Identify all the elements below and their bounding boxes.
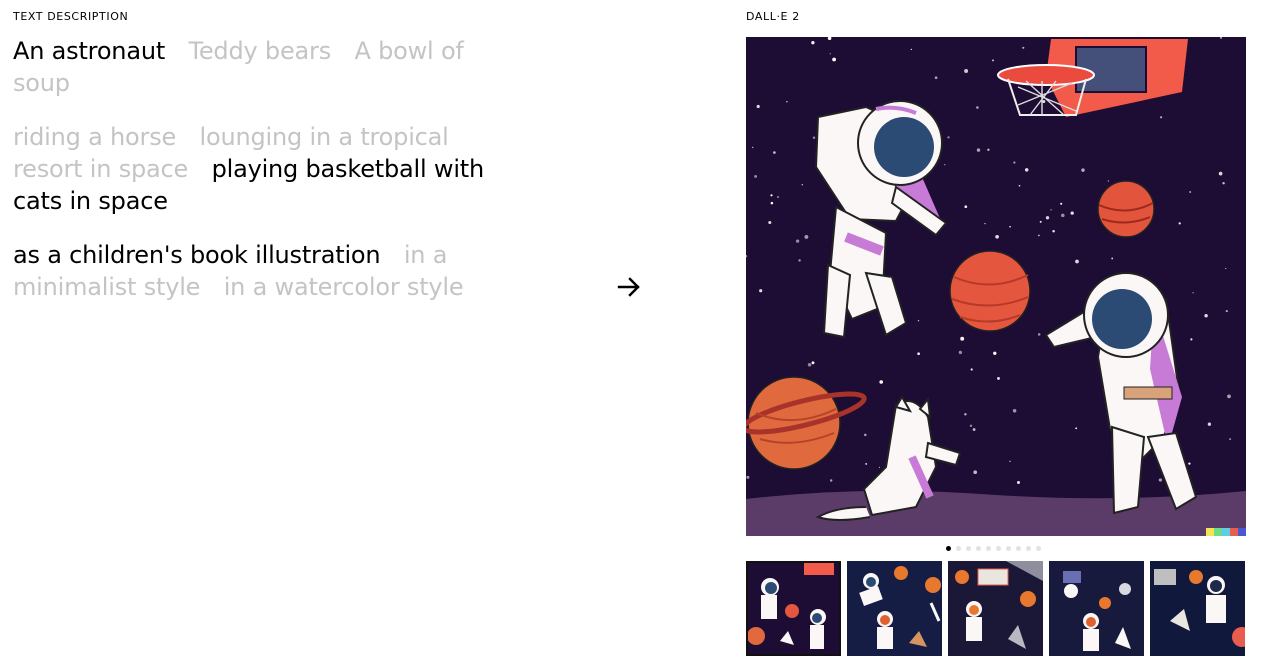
carousel-dot[interactable] (1006, 545, 1011, 551)
carousel-dot[interactable] (956, 545, 961, 551)
thumbnail[interactable] (1049, 561, 1144, 656)
carousel-dots (946, 544, 1041, 552)
thumbnail[interactable] (1150, 561, 1245, 656)
thumbnail[interactable] (746, 561, 841, 656)
dalle-label: DALL·E 2 (746, 10, 800, 23)
style-option[interactable]: as a children's book illustration (13, 241, 381, 269)
style-option[interactable]: in a watercolor style (224, 273, 464, 301)
generated-image (746, 37, 1246, 536)
thumbnail[interactable] (847, 561, 942, 656)
carousel-dot[interactable] (1036, 545, 1041, 551)
carousel-dot[interactable] (976, 545, 981, 551)
carousel-dot[interactable] (986, 545, 991, 551)
prompt-style-group: as a children's book illustration in a m… (13, 239, 513, 303)
thumbnail[interactable] (948, 561, 1043, 656)
action-option[interactable]: riding a horse (13, 123, 176, 151)
carousel-dot[interactable] (946, 545, 951, 551)
carousel-dot[interactable] (996, 545, 1001, 551)
subject-option[interactable]: An astronaut (13, 37, 165, 65)
carousel-dot[interactable] (1016, 545, 1021, 551)
prompt-action-group: riding a horse lounging in a tropical re… (13, 121, 513, 217)
prompt-subject-group: An astronaut Teddy bears A bowl of soup (13, 35, 513, 99)
carousel-dot[interactable] (1026, 545, 1031, 551)
carousel-dot[interactable] (966, 545, 971, 551)
subject-option[interactable]: Teddy bears (188, 37, 331, 65)
text-description-label: TEXT DESCRIPTION (13, 10, 129, 23)
generate-button[interactable] (614, 272, 644, 302)
arrow-right-icon (617, 277, 640, 297)
thumbnail-strip (746, 561, 1245, 656)
